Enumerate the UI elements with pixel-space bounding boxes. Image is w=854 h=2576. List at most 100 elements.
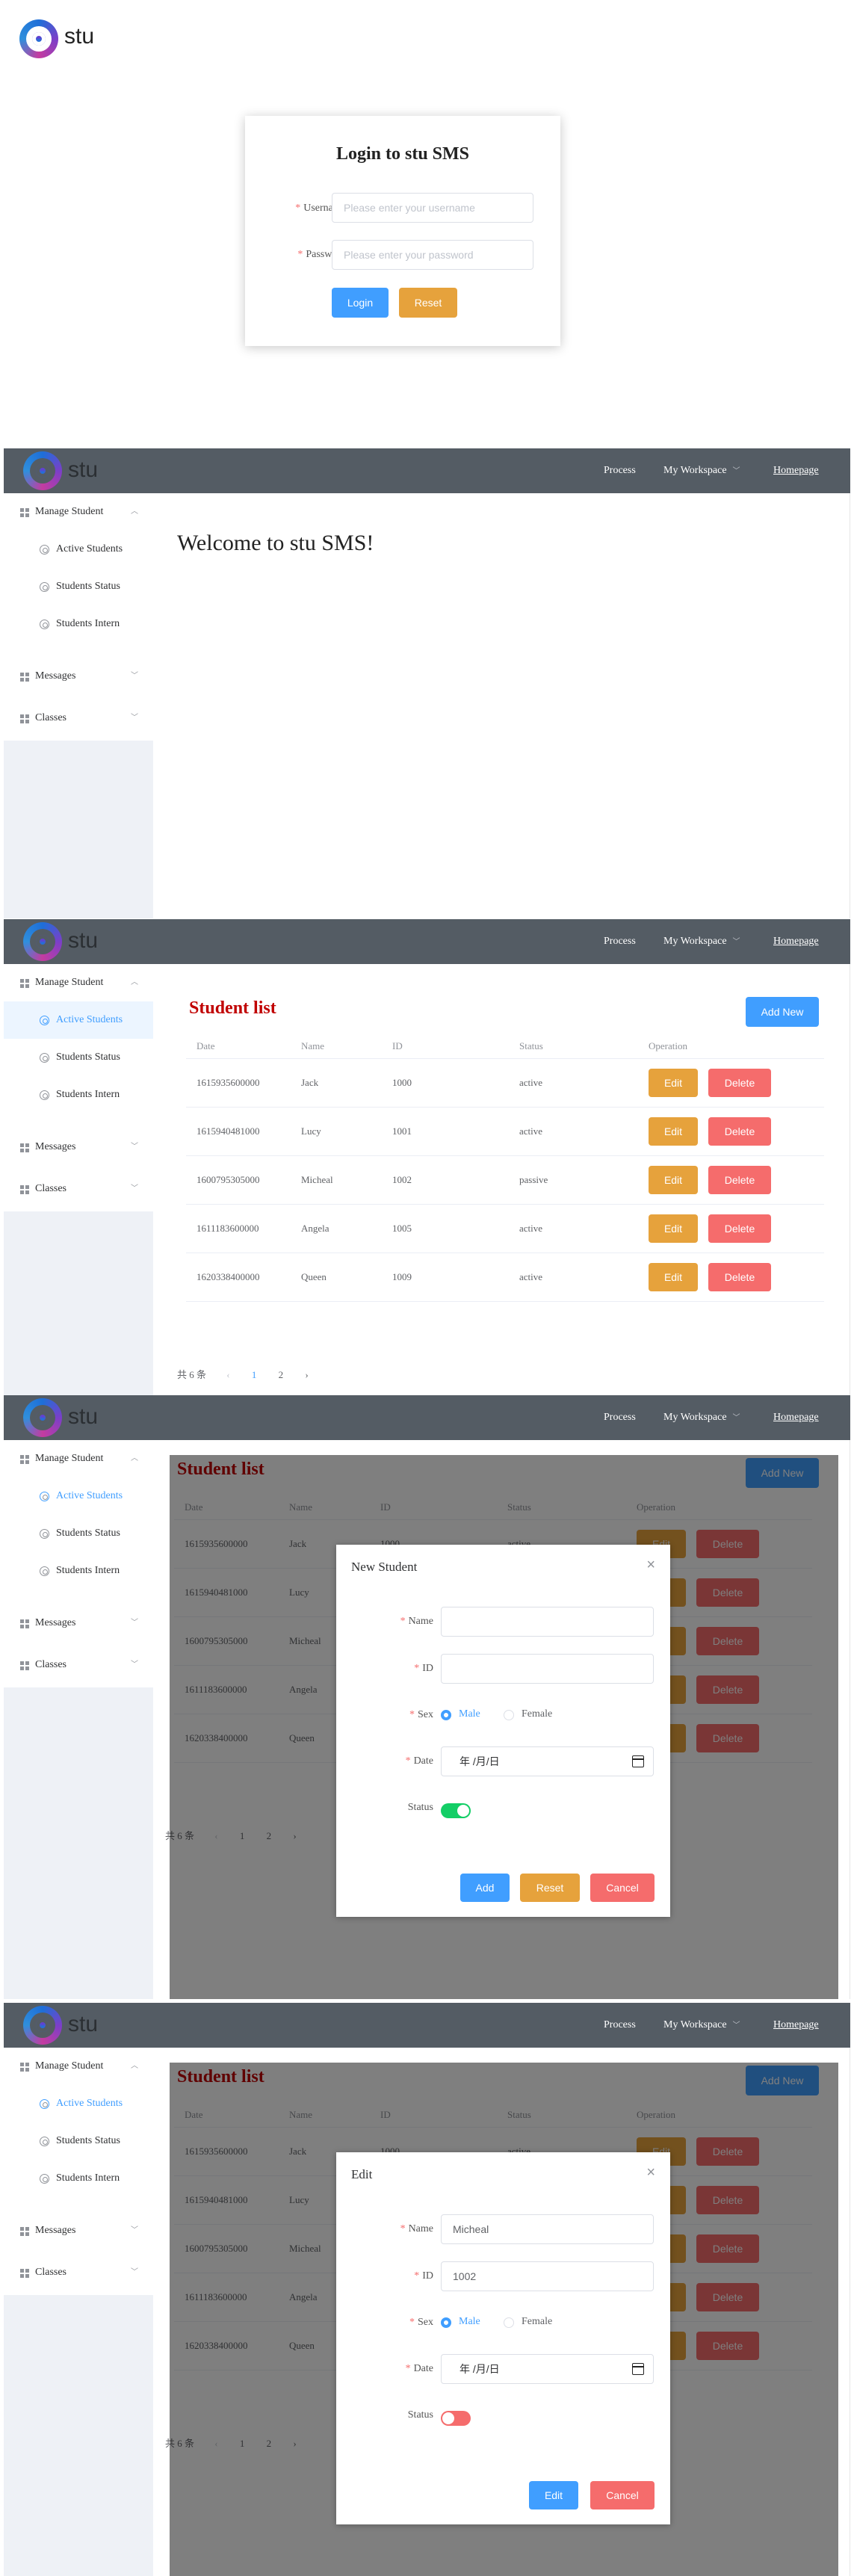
delete-row-button[interactable]: Delete	[708, 1263, 771, 1291]
edit-row-button[interactable]: Edit	[649, 1263, 698, 1291]
close-icon[interactable]: ×	[646, 2164, 655, 2181]
female-label[interactable]: Female	[522, 2316, 552, 2328]
nav-process[interactable]: Process	[604, 919, 636, 964]
menu-messages[interactable]: Messages ﹀	[4, 1128, 153, 1166]
nav-process[interactable]: Process	[604, 1395, 636, 1440]
grid-icon	[20, 1185, 29, 1194]
username-input[interactable]	[332, 193, 533, 223]
main-content: Student list Add New Date Name ID Status…	[153, 964, 850, 1395]
circle-icon	[40, 1529, 49, 1539]
nav-homepage[interactable]: Homepage	[773, 1395, 819, 1440]
chevron-up-icon: ︿	[131, 2062, 138, 2070]
top-header: stu Process My Workspace ﹀ Homepage	[4, 448, 850, 493]
nav-workspace[interactable]: My Workspace ﹀	[663, 1395, 740, 1440]
female-radio[interactable]	[504, 2317, 514, 2328]
edit-button[interactable]: Edit	[529, 2481, 578, 2509]
add-button[interactable]: Add	[460, 1874, 510, 1902]
main-content: Welcome to stu SMS!	[153, 493, 850, 918]
id-input[interactable]	[441, 1654, 654, 1684]
circle-icon	[40, 545, 49, 555]
sidebar: Manage Student ︿ Active Students Student…	[4, 2048, 153, 2576]
sidebar-item-students-status[interactable]: Students Status	[4, 1515, 153, 1552]
menu-classes[interactable]: Classes ﹀	[4, 1646, 153, 1684]
grid-icon	[20, 714, 29, 723]
male-radio[interactable]	[441, 1710, 451, 1720]
prev-page-button[interactable]: ‹	[226, 1369, 229, 1380]
divider	[186, 1301, 824, 1302]
male-radio[interactable]	[441, 2317, 451, 2328]
menu-manage-student[interactable]: Manage Student ︿	[4, 1440, 153, 1477]
name-label: * Name	[400, 1616, 433, 1627]
top-header: stu Process My Workspace ﹀ Homepage	[4, 919, 850, 964]
grid-icon	[20, 2063, 29, 2072]
nav-homepage[interactable]: Homepage	[773, 2003, 819, 2048]
reset-button[interactable]: Reset	[399, 288, 457, 318]
login-page: stu Login to stu SMS *Username *Password…	[0, 0, 854, 448]
login-title: Login to stu SMS	[335, 144, 470, 164]
login-card: Login to stu SMS *Username *Password Log…	[245, 116, 560, 346]
top-header: stu Process My Workspace ﹀ Homepage	[4, 1395, 850, 1440]
id-input[interactable]	[441, 2261, 654, 2291]
sidebar-item-active-students[interactable]: Active Students	[4, 1001, 153, 1039]
menu-manage-student[interactable]: Manage Student ︿	[4, 493, 153, 531]
calendar-icon[interactable]	[632, 2363, 644, 2375]
page-1-button[interactable]: 1	[252, 1369, 257, 1380]
id-label: * ID	[414, 1663, 433, 1674]
nav-homepage[interactable]: Homepage	[773, 919, 819, 964]
cancel-button[interactable]: Cancel	[590, 1874, 655, 1902]
circle-icon	[40, 1053, 49, 1063]
menu-classes[interactable]: Classes ﹀	[4, 699, 153, 737]
female-radio[interactable]	[504, 1710, 514, 1720]
date-input[interactable]: 年 /月/日	[441, 1746, 654, 1776]
id-label: * ID	[414, 2270, 433, 2282]
sidebar-item-students-intern[interactable]: Students Intern	[4, 1552, 153, 1590]
sidebar-menu: Manage Student ︿ Active Students Student…	[4, 1440, 153, 1687]
sidebar-item-active-students[interactable]: Active Students	[4, 1477, 153, 1515]
name-input[interactable]	[441, 1607, 654, 1637]
nav-workspace[interactable]: My Workspace ﹀	[663, 2003, 740, 2048]
male-label[interactable]: Male	[459, 1708, 480, 1720]
sidebar-item-students-status[interactable]: Students Status	[4, 1039, 153, 1076]
sidebar-item-students-status[interactable]: Students Status	[4, 568, 153, 605]
chevron-up-icon: ︿	[131, 507, 138, 516]
grid-icon	[20, 979, 29, 988]
next-page-button[interactable]: ›	[305, 1369, 308, 1380]
status-switch[interactable]	[441, 1803, 471, 1818]
male-label[interactable]: Male	[459, 2316, 480, 2328]
nav-process[interactable]: Process	[604, 2003, 636, 2048]
female-label[interactable]: Female	[522, 1708, 552, 1720]
pagination: 共 6 条 ‹ 1 2 ›	[177, 1367, 309, 1381]
menu-manage-student[interactable]: Manage Student ︿	[4, 2048, 153, 2085]
name-input[interactable]	[441, 2214, 654, 2244]
menu-classes[interactable]: Classes ﹀	[4, 2254, 153, 2291]
logo-icon	[23, 922, 62, 961]
cancel-button[interactable]: Cancel	[590, 2481, 655, 2509]
menu-messages[interactable]: Messages ﹀	[4, 1604, 153, 1642]
sidebar-item-active-students[interactable]: Active Students	[4, 531, 153, 568]
nav-workspace[interactable]: My Workspace ﹀	[663, 919, 740, 964]
status-switch[interactable]	[441, 2411, 471, 2426]
menu-messages[interactable]: Messages ﹀	[4, 658, 153, 695]
password-input[interactable]	[332, 240, 533, 270]
sidebar-item-active-students[interactable]: Active Students	[4, 2085, 153, 2122]
calendar-icon[interactable]	[632, 1755, 644, 1767]
page-2-button[interactable]: 2	[279, 1369, 284, 1380]
sidebar-item-students-intern[interactable]: Students Intern	[4, 605, 153, 643]
sidebar-item-students-intern[interactable]: Students Intern	[4, 2160, 153, 2197]
nav-process[interactable]: Process	[604, 448, 636, 493]
sidebar-item-students-status[interactable]: Students Status	[4, 2122, 153, 2160]
chevron-down-icon: ﹀	[131, 1619, 138, 1627]
menu-classes[interactable]: Classes ﹀	[4, 1170, 153, 1208]
nav-workspace[interactable]: My Workspace ﹀	[663, 448, 740, 493]
nav-homepage[interactable]: Homepage	[773, 448, 819, 493]
grid-icon	[20, 508, 29, 517]
menu-manage-student[interactable]: Manage Student ︿	[4, 964, 153, 1001]
chevron-down-icon: ﹀	[732, 2021, 740, 2030]
date-input[interactable]: 年 /月/日	[441, 2354, 654, 2384]
close-icon[interactable]: ×	[646, 1557, 655, 1574]
login-button[interactable]: Login	[332, 288, 389, 318]
reset-button[interactable]: Reset	[520, 1874, 580, 1902]
menu-messages[interactable]: Messages ﹀	[4, 2212, 153, 2249]
sub-label: Students Status	[56, 1528, 120, 1539]
sidebar-item-students-intern[interactable]: Students Intern	[4, 1076, 153, 1114]
